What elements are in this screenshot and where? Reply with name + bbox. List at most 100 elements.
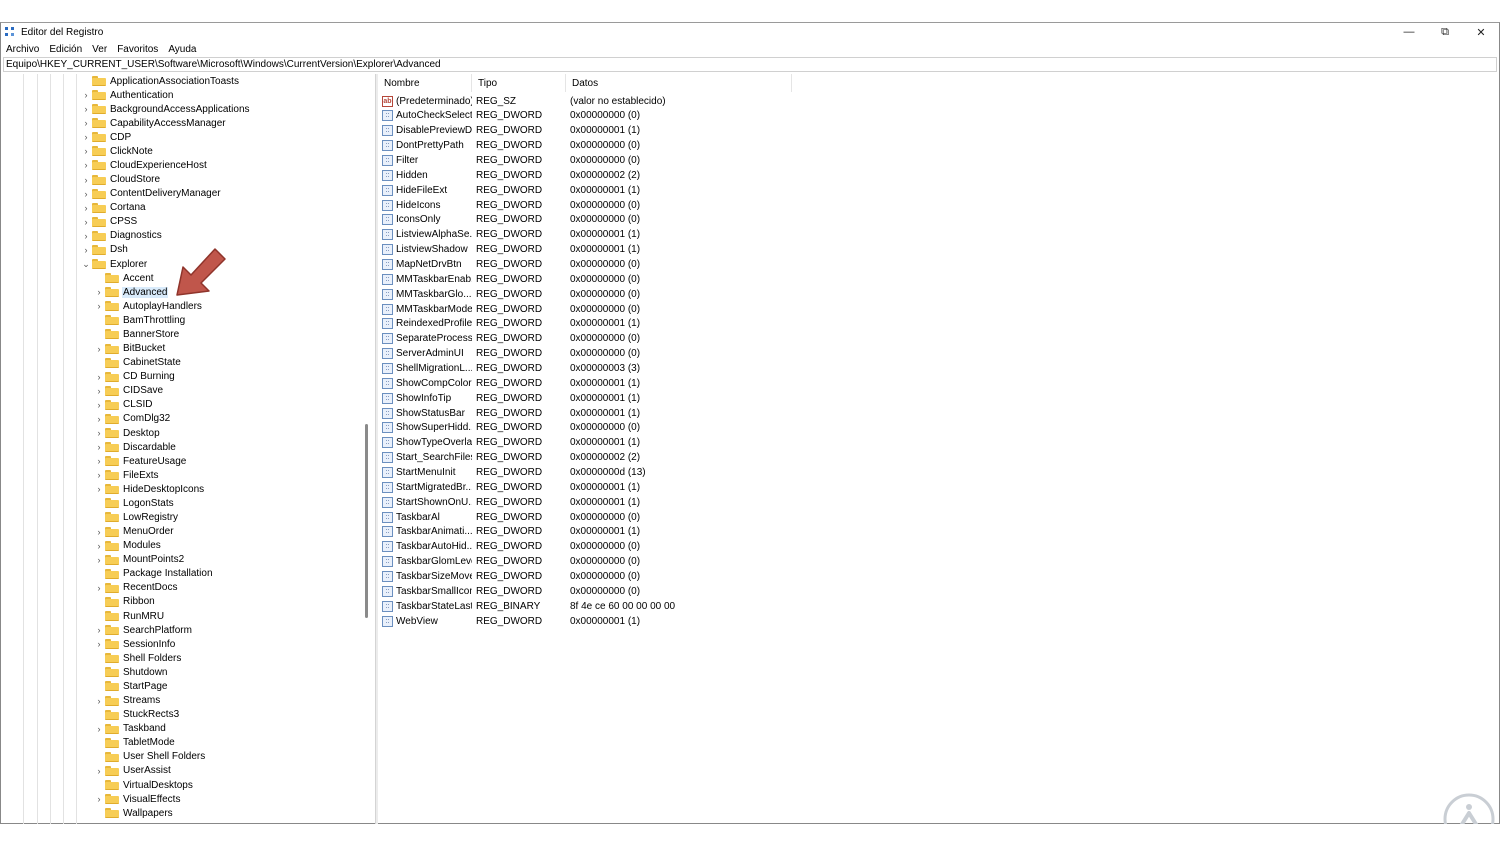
- chevron-right-icon[interactable]: ›: [93, 468, 105, 482]
- tree-item[interactable]: › Modules: [93, 539, 162, 553]
- table-row[interactable]: :: TaskbarAutoHid... REG_DWORD 0x00000000 (…: [378, 540, 766, 554]
- table-row[interactable]: :: ServerAdminUI REG_DWORD 0x00000000 (0): [378, 347, 766, 361]
- table-row[interactable]: :: MMTaskbarEnab... REG_DWORD 0x00000000 (0…: [378, 272, 766, 286]
- menu-ver[interactable]: Ver: [87, 44, 112, 55]
- tree-item[interactable]: Package Installation: [93, 567, 214, 581]
- chevron-right-icon[interactable]: ›: [93, 623, 105, 637]
- tree-item[interactable]: › CIDSave: [93, 384, 164, 398]
- address-bar[interactable]: Equipo\HKEY_CURRENT_USER\Software\Micros…: [3, 57, 1497, 72]
- chevron-right-icon[interactable]: ›: [93, 285, 105, 299]
- tree-item[interactable]: ⌄ Explorer: [80, 257, 148, 271]
- table-row[interactable]: :: MMTaskbarMode REG_DWORD 0x00000000 (0): [378, 302, 766, 316]
- chevron-right-icon[interactable]: ›: [80, 102, 92, 116]
- table-row[interactable]: :: TaskbarSizeMove REG_DWORD 0x00000000 (0): [378, 570, 766, 584]
- chevron-right-icon[interactable]: ›: [93, 792, 105, 806]
- chevron-right-icon[interactable]: ›: [80, 173, 92, 187]
- tree-item[interactable]: TabletMode: [93, 736, 176, 750]
- chevron-right-icon[interactable]: ›: [93, 581, 105, 595]
- chevron-right-icon[interactable]: ›: [80, 187, 92, 201]
- tree-item[interactable]: › Streams: [93, 694, 161, 708]
- table-row[interactable]: :: ListviewShadow REG_DWORD 0x00000001 (1): [378, 243, 766, 257]
- table-row[interactable]: :: WebView REG_DWORD 0x00000001 (1): [378, 614, 766, 628]
- tree-item[interactable]: › BitBucket: [93, 342, 166, 356]
- tree-item[interactable]: › MountPoints2: [93, 553, 185, 567]
- table-row[interactable]: :: ListviewAlphaSe... REG_DWORD 0x00000001 …: [378, 228, 766, 242]
- table-row[interactable]: :: HideFileExt REG_DWORD 0x00000001 (1): [378, 183, 766, 197]
- tree-item[interactable]: User Shell Folders: [93, 750, 206, 764]
- tree-item[interactable]: › VisualEffects: [93, 792, 181, 806]
- chevron-right-icon[interactable]: ›: [80, 201, 92, 215]
- tree-item[interactable]: › Authentication: [80, 88, 174, 102]
- tree-item[interactable]: Shell Folders: [93, 651, 182, 665]
- tree-item[interactable]: › AutoplayHandlers: [93, 299, 203, 313]
- table-row[interactable]: :: StartShownOnU... REG_DWORD 0x00000001 (1…: [378, 495, 766, 509]
- chevron-right-icon[interactable]: ›: [93, 525, 105, 539]
- tree-item[interactable]: ApplicationAssociationToasts: [80, 74, 240, 88]
- minimize-button[interactable]: —: [1391, 23, 1427, 41]
- menu-edicion[interactable]: Edición: [44, 44, 87, 55]
- tree-item[interactable]: LowRegistry: [93, 510, 179, 524]
- chevron-right-icon[interactable]: ›: [93, 637, 105, 651]
- tree-item[interactable]: CabinetState: [93, 356, 182, 370]
- chevron-right-icon[interactable]: ›: [93, 722, 105, 736]
- tree-item[interactable]: RunMRU: [93, 609, 165, 623]
- chevron-right-icon[interactable]: ›: [80, 215, 92, 229]
- table-row[interactable]: :: TaskbarSmallIcons REG_DWORD 0x00000000 (…: [378, 584, 766, 598]
- tree-item[interactable]: BannerStore: [93, 327, 180, 341]
- table-row[interactable]: :: ShowSuperHidd... REG_DWORD 0x00000000 (0…: [378, 421, 766, 435]
- column-header-datos[interactable]: Datos: [566, 74, 792, 92]
- table-row[interactable]: :: TaskbarGlomLevel REG_DWORD 0x00000000 (0…: [378, 555, 766, 569]
- chevron-right-icon[interactable]: ›: [93, 299, 105, 313]
- tree-item[interactable]: › Cortana: [80, 201, 147, 215]
- menu-ayuda[interactable]: Ayuda: [163, 44, 201, 55]
- tree-item[interactable]: › Discardable: [93, 440, 177, 454]
- table-row[interactable]: ::DisablePreviewD... REG_DWORD 0x00000001 …: [378, 124, 766, 138]
- restore-button[interactable]: ⧉: [1427, 23, 1463, 41]
- tree-item[interactable]: StuckRects3: [93, 708, 180, 722]
- table-row[interactable]: ::TaskbarStateLast... REG_BINARY 8f 4e ce …: [378, 599, 766, 613]
- table-row[interactable]: :: DontPrettyPath REG_DWORD 0x00000000 (0): [378, 139, 766, 153]
- chevron-right-icon[interactable]: ›: [93, 412, 105, 426]
- chevron-right-icon[interactable]: ›: [93, 342, 105, 356]
- table-row[interactable]: :: ShowCompColor REG_DWORD 0x00000001 (1): [378, 376, 766, 390]
- tree-item[interactable]: › CLSID: [93, 398, 153, 412]
- chevron-right-icon[interactable]: ›: [80, 130, 92, 144]
- table-row[interactable]: :: TaskbarAnimati... REG_DWORD 0x00000001 (…: [378, 525, 766, 539]
- table-row[interactable]: :: AutoCheckSelect REG_DWORD 0x00000000 (0): [378, 109, 766, 123]
- chevron-right-icon[interactable]: ›: [80, 158, 92, 172]
- tree-item[interactable]: › Advanced: [93, 285, 169, 299]
- close-button[interactable]: ✕: [1463, 23, 1499, 41]
- tree-item[interactable]: › ClickNote: [80, 144, 154, 158]
- menu-archivo[interactable]: Archivo: [1, 44, 44, 55]
- tree-item[interactable]: › UserAssist: [93, 764, 172, 778]
- table-row[interactable]: :: MapNetDrvBtn REG_DWORD 0x00000000 (0): [378, 257, 766, 271]
- tree-item[interactable]: › SearchPlatform: [93, 623, 193, 637]
- tree-item[interactable]: Wallpapers: [93, 806, 174, 820]
- tree-item[interactable]: › CloudExperienceHost: [80, 158, 208, 172]
- chevron-right-icon[interactable]: ›: [80, 243, 92, 257]
- table-row[interactable]: :: ShowStatusBar REG_DWORD 0x00000001 (1): [378, 406, 766, 420]
- tree-item[interactable]: › CPSS: [80, 215, 138, 229]
- table-row[interactable]: :: Filter REG_DWORD 0x00000000 (0): [378, 153, 766, 167]
- chevron-right-icon[interactable]: ›: [80, 144, 92, 158]
- chevron-right-icon[interactable]: ›: [80, 116, 92, 130]
- chevron-right-icon[interactable]: ›: [93, 384, 105, 398]
- tree-item[interactable]: › FeatureUsage: [93, 454, 187, 468]
- tree-item[interactable]: VirtualDesktops: [93, 778, 194, 792]
- tree-item[interactable]: › SessionInfo: [93, 637, 176, 651]
- table-row[interactable]: :: ShellMigrationL... REG_DWORD 0x00000003 …: [378, 361, 766, 375]
- tree-item[interactable]: Ribbon: [93, 595, 156, 609]
- tree-item[interactable]: › CD Burning: [93, 370, 176, 384]
- tree-item[interactable]: › FileExts: [93, 468, 160, 482]
- tree-item[interactable]: › HideDesktopIcons: [93, 482, 205, 496]
- tree-item[interactable]: › BackgroundAccessApplications: [80, 102, 251, 116]
- tree-scrollbar-thumb[interactable]: [365, 424, 368, 618]
- tree-item[interactable]: › Dsh: [80, 243, 129, 257]
- chevron-right-icon[interactable]: ›: [93, 440, 105, 454]
- tree-item[interactable]: LogonStats: [93, 496, 175, 510]
- chevron-right-icon[interactable]: ›: [93, 370, 105, 384]
- chevron-right-icon[interactable]: ›: [80, 88, 92, 102]
- tree-item[interactable]: › Desktop: [93, 426, 161, 440]
- column-header-nombre[interactable]: Nombre: [378, 74, 472, 92]
- chevron-right-icon[interactable]: ›: [93, 539, 105, 553]
